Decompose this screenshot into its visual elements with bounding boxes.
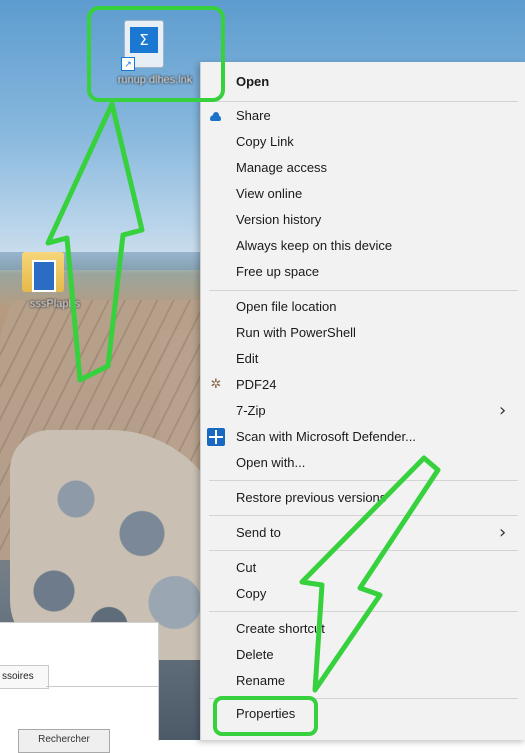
up-arrow	[45, 101, 145, 383]
down-arrow	[299, 455, 441, 693]
annotation-arrows	[45, 101, 441, 693]
